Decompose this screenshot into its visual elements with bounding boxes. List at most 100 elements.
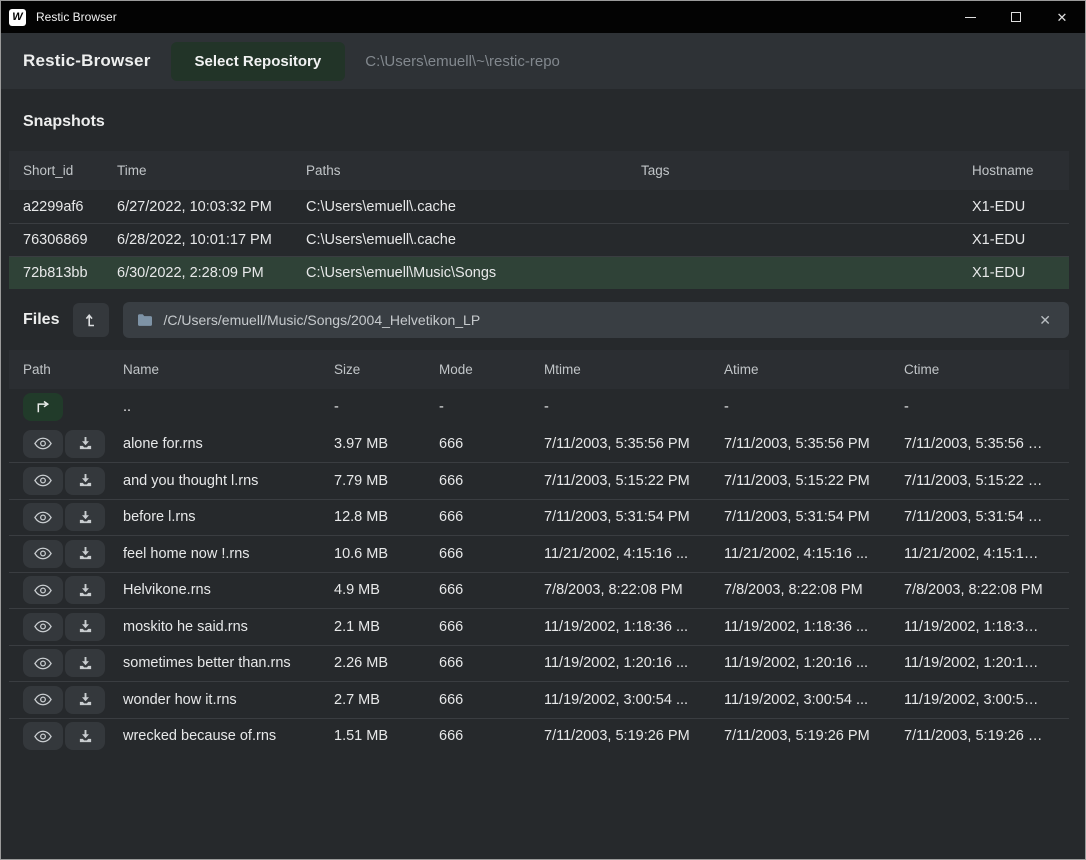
app-window: W Restic Browser ✕ Restic-Browser Select… xyxy=(0,0,1086,860)
file-name: wrecked because of.rns xyxy=(123,728,334,744)
file-mode: 666 xyxy=(439,436,544,452)
preview-file-button[interactable] xyxy=(23,430,63,458)
repository-path[interactable]: C:\Users\emuell\~\restic-repo xyxy=(365,53,560,70)
folder-icon xyxy=(137,313,153,327)
file-row[interactable]: Helvikone.rns 4.9 MB 666 7/8/2003, 8:22:… xyxy=(9,572,1069,609)
file-name: wonder how it.rns xyxy=(123,692,334,708)
file-atime: 7/8/2003, 8:22:08 PM xyxy=(724,582,904,598)
file-mode: 666 xyxy=(439,546,544,562)
download-icon xyxy=(78,656,93,671)
close-icon: ✕ xyxy=(1057,11,1068,24)
file-mtime: 11/19/2002, 1:18:36 ... xyxy=(544,619,724,635)
file-row[interactable]: wrecked because of.rns 1.51 MB 666 7/11/… xyxy=(9,718,1069,755)
snapshot-row[interactable]: 72b813bb 6/30/2022, 2:28:09 PM C:\Users\… xyxy=(9,256,1069,289)
preview-file-button[interactable] xyxy=(23,686,63,714)
download-icon xyxy=(78,436,93,451)
snapshot-paths: C:\Users\emuell\.cache xyxy=(306,199,641,215)
snapshot-row[interactable]: 76306869 6/28/2022, 10:01:17 PM C:\Users… xyxy=(9,223,1069,256)
file-mode: 666 xyxy=(439,619,544,635)
file-size: 2.7 MB xyxy=(334,692,439,708)
up-level-icon xyxy=(83,312,99,328)
file-row[interactable]: moskito he said.rns 2.1 MB 666 11/19/200… xyxy=(9,608,1069,645)
maximize-button[interactable] xyxy=(993,1,1039,33)
file-row[interactable]: alone for.rns 3.97 MB 666 7/11/2003, 5:3… xyxy=(9,426,1069,463)
download-icon xyxy=(78,619,93,634)
file-row[interactable]: wonder how it.rns 2.7 MB 666 11/19/2002,… xyxy=(9,681,1069,718)
download-file-button[interactable] xyxy=(65,540,105,568)
file-ctime: 11/19/2002, 3:00:54 ... xyxy=(904,692,1055,708)
close-button[interactable]: ✕ xyxy=(1039,1,1085,33)
file-mtime: 7/8/2003, 8:22:08 PM xyxy=(544,582,724,598)
snapshot-paths: C:\Users\emuell\Music\Songs xyxy=(306,265,641,281)
file-ctime: - xyxy=(904,399,1055,415)
file-mode: 666 xyxy=(439,692,544,708)
file-atime: 7/11/2003, 5:35:56 PM xyxy=(724,436,904,452)
download-file-button[interactable] xyxy=(65,503,105,531)
preview-file-button[interactable] xyxy=(23,503,63,531)
file-size: 10.6 MB xyxy=(334,546,439,562)
minimize-button[interactable] xyxy=(947,1,993,33)
file-row[interactable]: before l.rns 12.8 MB 666 7/11/2003, 5:31… xyxy=(9,499,1069,536)
file-mode: 666 xyxy=(439,655,544,671)
file-mtime: 7/11/2003, 5:31:54 PM xyxy=(544,509,724,525)
go-up-directory-button[interactable] xyxy=(23,393,63,421)
download-file-button[interactable] xyxy=(65,649,105,677)
eye-icon xyxy=(34,474,52,487)
window-title: Restic Browser xyxy=(36,10,117,24)
file-name: Helvikone.rns xyxy=(123,582,334,598)
snapshots-table-header: Short_id Time Paths Tags Hostname xyxy=(9,151,1069,190)
snapshot-row[interactable]: a2299af6 6/27/2022, 10:03:32 PM C:\Users… xyxy=(9,190,1069,223)
download-icon xyxy=(78,510,93,525)
select-repository-button[interactable]: Select Repository xyxy=(171,42,346,81)
snapshot-time: 6/27/2022, 10:03:32 PM xyxy=(117,199,306,215)
preview-file-button[interactable] xyxy=(23,722,63,750)
file-atime: 7/11/2003, 5:19:26 PM xyxy=(724,728,904,744)
column-header-path: Path xyxy=(23,362,123,377)
parent-directory-row[interactable]: .. - - - - - xyxy=(9,389,1069,426)
download-file-button[interactable] xyxy=(65,722,105,750)
file-ctime: 11/19/2002, 1:20:16 ... xyxy=(904,655,1055,671)
file-ctime: 7/11/2003, 5:15:22 PM xyxy=(904,473,1055,489)
file-name: feel home now !.rns xyxy=(123,546,334,562)
file-mtime: 11/21/2002, 4:15:16 ... xyxy=(544,546,724,562)
eye-icon xyxy=(34,437,52,450)
preview-file-button[interactable] xyxy=(23,613,63,641)
snapshot-hostname: X1-EDU xyxy=(972,265,1055,281)
preview-file-button[interactable] xyxy=(23,540,63,568)
snapshot-short-id: 76306869 xyxy=(23,232,117,248)
snapshots-table-body: a2299af6 6/27/2022, 10:03:32 PM C:\Users… xyxy=(1,190,1085,289)
preview-file-button[interactable] xyxy=(23,649,63,677)
up-level-button[interactable] xyxy=(73,303,109,337)
preview-file-button[interactable] xyxy=(23,467,63,495)
download-file-button[interactable] xyxy=(65,576,105,604)
file-size: 4.9 MB xyxy=(334,582,439,598)
snapshot-time: 6/30/2022, 2:28:09 PM xyxy=(117,265,306,281)
snapshots-heading: Snapshots xyxy=(1,89,1085,151)
file-mode: 666 xyxy=(439,509,544,525)
column-header-mode: Mode xyxy=(439,362,544,377)
download-file-button[interactable] xyxy=(65,686,105,714)
file-name: moskito he said.rns xyxy=(123,619,334,635)
download-icon xyxy=(78,583,93,598)
current-path-field[interactable]: /C/Users/emuell/Music/Songs/2004_Helveti… xyxy=(123,302,1069,338)
current-path-value[interactable]: /C/Users/emuell/Music/Songs/2004_Helveti… xyxy=(163,312,1025,328)
file-atime: 11/21/2002, 4:15:16 ... xyxy=(724,546,904,562)
eye-icon xyxy=(34,693,52,706)
file-row[interactable]: sometimes better than.rns 2.26 MB 666 11… xyxy=(9,645,1069,682)
download-file-button[interactable] xyxy=(65,613,105,641)
preview-file-button[interactable] xyxy=(23,576,63,604)
file-ctime: 11/21/2002, 4:15:16 ... xyxy=(904,546,1055,562)
eye-icon xyxy=(34,547,52,560)
download-file-button[interactable] xyxy=(65,467,105,495)
file-row[interactable]: and you thought l.rns 7.79 MB 666 7/11/2… xyxy=(9,462,1069,499)
clear-path-button[interactable]: ✕ xyxy=(1035,310,1055,331)
clear-icon: ✕ xyxy=(1039,312,1051,328)
file-size: 12.8 MB xyxy=(334,509,439,525)
files-table-header: Path Name Size Mode Mtime Atime Ctime xyxy=(9,350,1069,389)
file-row[interactable]: feel home now !.rns 10.6 MB 666 11/21/20… xyxy=(9,535,1069,572)
file-mode: 666 xyxy=(439,728,544,744)
file-size: 1.51 MB xyxy=(334,728,439,744)
file-size: 3.97 MB xyxy=(334,436,439,452)
download-file-button[interactable] xyxy=(65,430,105,458)
eye-icon xyxy=(34,511,52,524)
